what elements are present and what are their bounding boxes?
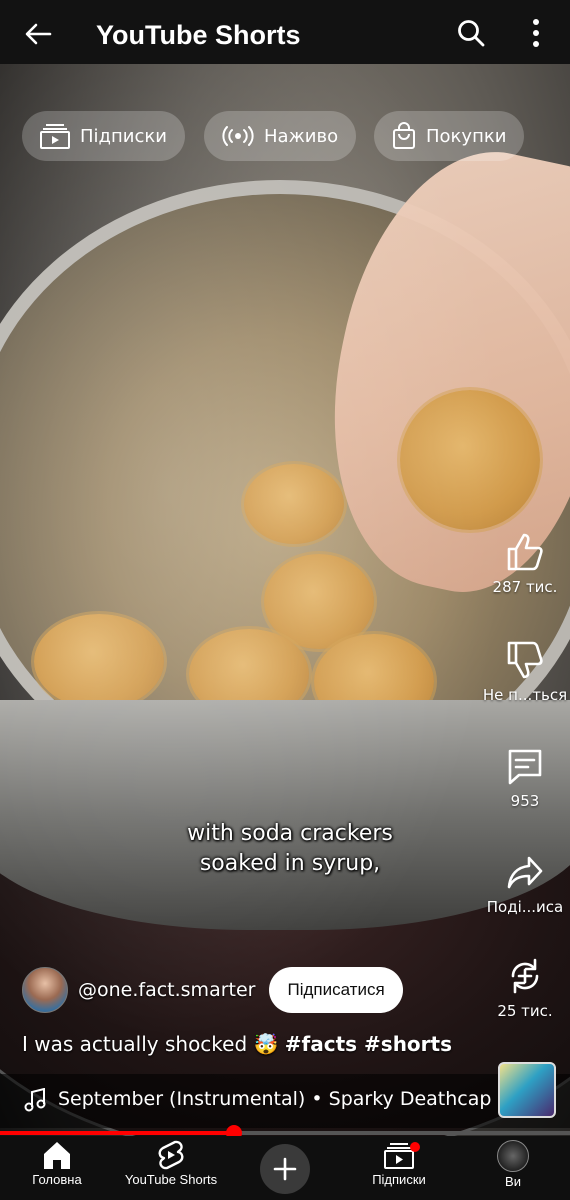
channel-avatar[interactable] bbox=[22, 967, 68, 1013]
arrow-left-icon[interactable] bbox=[22, 18, 54, 50]
dislike-label: Не п...ться bbox=[482, 686, 568, 704]
like-count: 287 тис. bbox=[492, 578, 558, 596]
nav-label: Підписки bbox=[372, 1172, 426, 1187]
live-icon bbox=[222, 126, 254, 146]
shorts-icon bbox=[158, 1140, 184, 1170]
video-progress-bar[interactable] bbox=[0, 1125, 570, 1141]
nav-label: Ви bbox=[505, 1174, 521, 1189]
video-description[interactable]: I was actually shocked 🤯 #facts #shorts bbox=[22, 1032, 452, 1056]
nav-subscriptions[interactable]: Підписки bbox=[344, 1140, 454, 1187]
remix-button[interactable]: 25 тис. bbox=[480, 956, 570, 1020]
nav-home[interactable]: Головна bbox=[2, 1140, 112, 1187]
comments-button[interactable]: 953 bbox=[480, 746, 570, 810]
progress-fill bbox=[0, 1131, 234, 1135]
share-button[interactable]: Поді...иса bbox=[480, 852, 570, 916]
avatar bbox=[497, 1140, 529, 1172]
notification-dot bbox=[410, 1142, 420, 1152]
remix-icon bbox=[511, 958, 539, 994]
bottom-navigation: Головна YouTube Shorts Підписки Ви bbox=[0, 1136, 570, 1200]
music-title: September (Instrumental) • Sparky Deathc… bbox=[58, 1088, 492, 1110]
video-caption: with soda crackers soaked in syrup, bbox=[120, 819, 460, 879]
share-label: Поді...иса bbox=[486, 898, 564, 916]
channel-row: @one.fact.smarter Підписатися bbox=[22, 965, 403, 1015]
subscribe-button[interactable]: Підписатися bbox=[269, 967, 403, 1013]
subscriptions-icon bbox=[40, 124, 70, 149]
chip-label: Наживо bbox=[264, 125, 339, 147]
description-hashtags[interactable]: #facts #shorts bbox=[285, 1032, 452, 1056]
page-title: YouTube Shorts bbox=[96, 20, 301, 50]
chip-label: Покупки bbox=[426, 125, 507, 147]
app-header: YouTube Shorts bbox=[0, 0, 570, 64]
nav-label: YouTube Shorts bbox=[124, 1172, 218, 1187]
chip-subscriptions[interactable]: Підписки bbox=[22, 111, 185, 161]
description-text: I was actually shocked 🤯 bbox=[22, 1032, 279, 1056]
shopping-bag-icon bbox=[393, 122, 415, 149]
nav-you[interactable]: Ви bbox=[458, 1140, 568, 1189]
caption-line: with soda crackers bbox=[187, 821, 393, 846]
chip-label: Підписки bbox=[80, 125, 167, 147]
home-icon bbox=[44, 1142, 70, 1169]
thumb-up-icon bbox=[507, 533, 543, 571]
channel-handle[interactable]: @one.fact.smarter bbox=[78, 979, 255, 1001]
thumb-down-icon bbox=[507, 641, 543, 679]
search-icon[interactable] bbox=[456, 18, 486, 48]
dislike-button[interactable]: Не п...ться bbox=[480, 640, 570, 704]
chip-shopping[interactable]: Покупки bbox=[374, 111, 525, 161]
comment-count: 953 bbox=[510, 792, 540, 810]
chip-live[interactable]: Наживо bbox=[204, 111, 357, 161]
nav-shorts[interactable]: YouTube Shorts bbox=[116, 1140, 226, 1187]
share-icon bbox=[507, 856, 543, 889]
like-button[interactable]: 287 тис. bbox=[480, 532, 570, 596]
more-vert-icon[interactable] bbox=[526, 16, 546, 50]
nav-label: Головна bbox=[32, 1172, 82, 1187]
comment-icon bbox=[508, 749, 542, 785]
music-bar[interactable]: September (Instrumental) • Sparky Deathc… bbox=[0, 1074, 570, 1128]
remix-count: 25 тис. bbox=[497, 1002, 553, 1020]
plus-icon bbox=[273, 1157, 297, 1181]
music-note-icon bbox=[24, 1087, 46, 1116]
music-thumbnail[interactable] bbox=[498, 1062, 556, 1118]
create-button[interactable] bbox=[260, 1144, 310, 1194]
caption-line: soaked in syrup, bbox=[199, 851, 381, 876]
